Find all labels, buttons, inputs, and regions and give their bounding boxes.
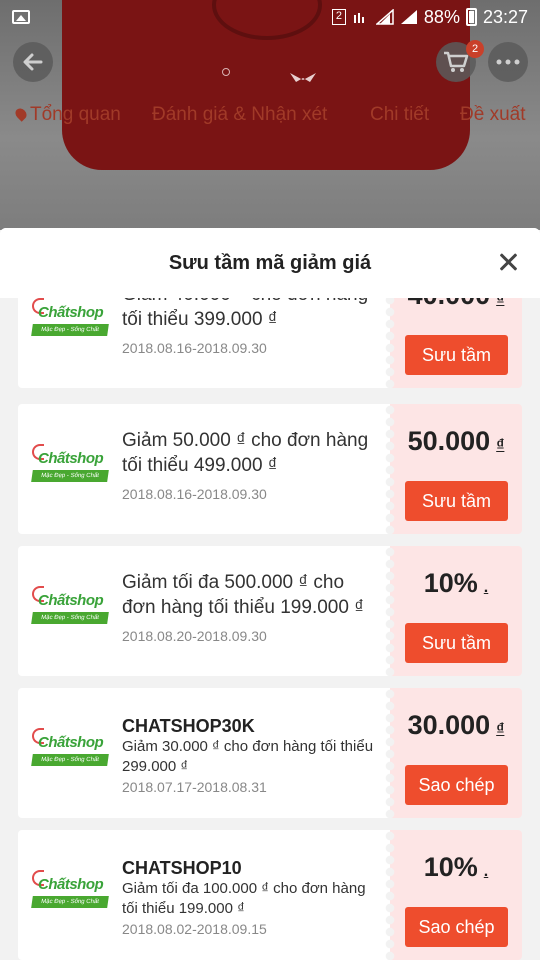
collect-button[interactable]: Sưu tầm	[405, 335, 508, 375]
voucher-amount: 40.000 ₫	[390, 298, 522, 311]
cart-count-badge: 2	[466, 40, 484, 58]
collect-button[interactable]: Sưu tầm	[405, 623, 508, 663]
logo-tagline: Mặc Đẹp - Sống Chất	[31, 896, 109, 908]
logo-brand-text: Chấtshop	[38, 592, 104, 609]
shirt-button	[222, 68, 230, 76]
tab-suggestions[interactable]: Đề xuất	[460, 104, 525, 126]
voucher-text: Giảm tối đa 500.000 ₫ cho đơn hàng tối t…	[122, 570, 380, 644]
voucher-value-panel: 40.000 ₫ Sưu tầm	[384, 298, 522, 388]
voucher-sheet: Sưu tầm mã giảm giá Chấtshop Mặc Đẹp - S…	[0, 228, 540, 960]
logo-tagline: Mặc Đẹp - Sống Chất	[31, 470, 109, 482]
voucher-amount: 30.000 ₫	[390, 710, 522, 741]
product-tabs: Tổng quan Đánh giá & Nhận xét Chi tiết Đ…	[0, 96, 540, 136]
signal-icon-2	[400, 10, 417, 24]
tab-reviews[interactable]: Đánh giá & Nhận xét	[152, 104, 327, 126]
voucher-value-panel: 10%. Sưu tầm	[384, 546, 522, 676]
tab-overview[interactable]: Tổng quan	[13, 104, 121, 126]
clock: 23:27	[482, 6, 528, 27]
voucher-info: Chấtshop Mặc Đẹp - Sống Chất CHATSHOP30K…	[18, 688, 390, 818]
amount-value: 10%	[423, 568, 478, 598]
voucher-amount: 10%.	[390, 852, 522, 883]
voucher-card: Chấtshop Mặc Đẹp - Sống Chất Giảm 50.000…	[18, 404, 522, 534]
voucher-description: Giảm 30.000 ₫ cho đơn hàng tối thiểu 299…	[122, 738, 374, 775]
voucher-amount: 50.000 ₫	[390, 426, 522, 457]
product-page-background: 2 88% 23:27 2 Tổng quan Đánh giá & Nhận …	[0, 0, 540, 230]
tab-details[interactable]: Chi tiết	[370, 104, 429, 126]
collect-button[interactable]: Sưu tầm	[405, 481, 508, 521]
voucher-info: Chấtshop Mặc Đẹp - Sống Chất CHATSHOP10 …	[18, 830, 390, 960]
voucher-text: Giảm 50.000 ₫ cho đơn hàng tối thiểu 499…	[122, 428, 380, 502]
status-bar: 2 88% 23:27	[0, 0, 540, 34]
amount-unit: ₫	[496, 298, 505, 308]
voucher-validity: 2018.08.16-2018.09.30	[122, 340, 267, 356]
voucher-text: CHATSHOP10 Giảm tối đa 100.000 ₫ cho đơn…	[122, 858, 380, 937]
amount-unit: .	[483, 863, 489, 880]
voucher-info: Chấtshop Mặc Đẹp - Sống Chất Giảm tối đa…	[18, 546, 390, 676]
sim-indicator: 2	[331, 9, 346, 25]
voucher-validity: 2018.08.02-2018.09.15	[122, 921, 267, 937]
voucher-card: Chấtshop Mặc Đẹp - Sống Chất Giảm tối đa…	[18, 546, 522, 676]
more-options-button[interactable]	[488, 42, 528, 82]
logo-brand-text: Chấtshop	[38, 304, 104, 321]
voucher-code: CHATSHOP10	[122, 858, 242, 878]
amount-value: 10%	[423, 852, 478, 882]
logo-tagline: Mặc Đẹp - Sống Chất	[31, 612, 109, 624]
logo-tagline: Mặc Đẹp - Sống Chất	[31, 754, 109, 766]
amount-value: 40.000	[408, 298, 491, 310]
voucher-description: Giảm tối đa 500.000 ₫ cho đơn hàng tối t…	[122, 572, 364, 618]
voucher-description: Giảm tối đa 100.000 ₫ cho đơn hàng tối t…	[122, 880, 366, 917]
amount-value: 30.000	[407, 710, 491, 740]
voucher-value-panel: 50.000 ₫ Sưu tầm	[384, 404, 522, 534]
chatshop-logo: Chấtshop Mặc Đẹp - Sống Chất	[31, 444, 110, 492]
voucher-card: Chấtshop Mặc Đẹp - Sống Chất Giảm 40.000…	[18, 298, 522, 388]
amount-unit: ₫	[496, 721, 505, 738]
voucher-validity: 2018.07.17-2018.08.31	[122, 779, 267, 795]
chatshop-logo: Chấtshop Mặc Đẹp - Sống Chất	[31, 870, 110, 918]
battery-percent: 88%	[423, 6, 460, 27]
eagle-logo-icon	[290, 73, 316, 82]
voucher-info: Chấtshop Mặc Đẹp - Sống Chất Giảm 50.000…	[18, 404, 390, 534]
copy-button[interactable]: Sao chép	[405, 907, 508, 947]
voucher-description: Giảm 50.000 ₫ cho đơn hàng tối thiểu 499…	[122, 430, 369, 476]
voucher-description: Giảm 40.000 ₫ cho đơn hàng tối thiểu 399…	[122, 298, 368, 330]
shopping-cart-icon	[444, 51, 469, 72]
signal-icon	[375, 9, 394, 25]
sheet-title: Sưu tầm mã giảm giá	[168, 251, 372, 274]
voucher-code: CHATSHOP30K	[122, 716, 255, 736]
amount-unit: ₫	[496, 437, 505, 454]
voucher-validity: 2018.08.16-2018.09.30	[122, 486, 267, 502]
voucher-amount: 10%.	[390, 568, 522, 599]
copy-button[interactable]: Sao chép	[405, 765, 508, 805]
logo-tagline: Mặc Đẹp - Sống Chất	[31, 324, 109, 336]
logo-brand-text: Chấtshop	[38, 734, 104, 751]
close-icon[interactable]	[496, 250, 520, 274]
voucher-card: Chấtshop Mặc Đẹp - Sống Chất CHATSHOP10 …	[18, 830, 522, 960]
tab-overview-label: Tổng quan	[30, 104, 121, 125]
voucher-info: Chấtshop Mặc Đẹp - Sống Chất Giảm 40.000…	[18, 298, 390, 388]
gallery-notification-icon	[12, 10, 30, 24]
chatshop-logo: Chấtshop Mặc Đẹp - Sống Chất	[31, 298, 110, 346]
back-button[interactable]	[13, 42, 53, 82]
voucher-value-panel: 30.000 ₫ Sao chép	[384, 688, 522, 818]
logo-brand-text: Chấtshop	[38, 450, 104, 467]
amount-unit: .	[483, 579, 489, 596]
chatshop-logo: Chấtshop Mặc Đẹp - Sống Chất	[31, 586, 110, 634]
voucher-list[interactable]: Chấtshop Mặc Đẹp - Sống Chất Giảm 40.000…	[0, 298, 540, 960]
voucher-text: Giảm 40.000 ₫ cho đơn hàng tối thiểu 399…	[122, 298, 380, 356]
more-dots-icon	[496, 59, 520, 65]
mobile-data-icon	[353, 13, 364, 23]
battery-icon	[465, 8, 477, 26]
sheet-header: Sưu tầm mã giảm giá	[0, 228, 540, 298]
logo-brand-text: Chấtshop	[38, 876, 104, 893]
arrow-left-icon	[23, 53, 43, 71]
amount-value: 50.000	[407, 426, 491, 456]
chatshop-logo: Chấtshop Mặc Đẹp - Sống Chất	[31, 728, 110, 776]
voucher-card: Chấtshop Mặc Đẹp - Sống Chất CHATSHOP30K…	[18, 688, 522, 818]
voucher-validity: 2018.08.20-2018.09.30	[122, 628, 267, 644]
location-pin-icon	[13, 106, 29, 122]
voucher-text: CHATSHOP30K Giảm 30.000 ₫ cho đơn hàng t…	[122, 716, 380, 795]
voucher-value-panel: 10%. Sao chép	[384, 830, 522, 960]
